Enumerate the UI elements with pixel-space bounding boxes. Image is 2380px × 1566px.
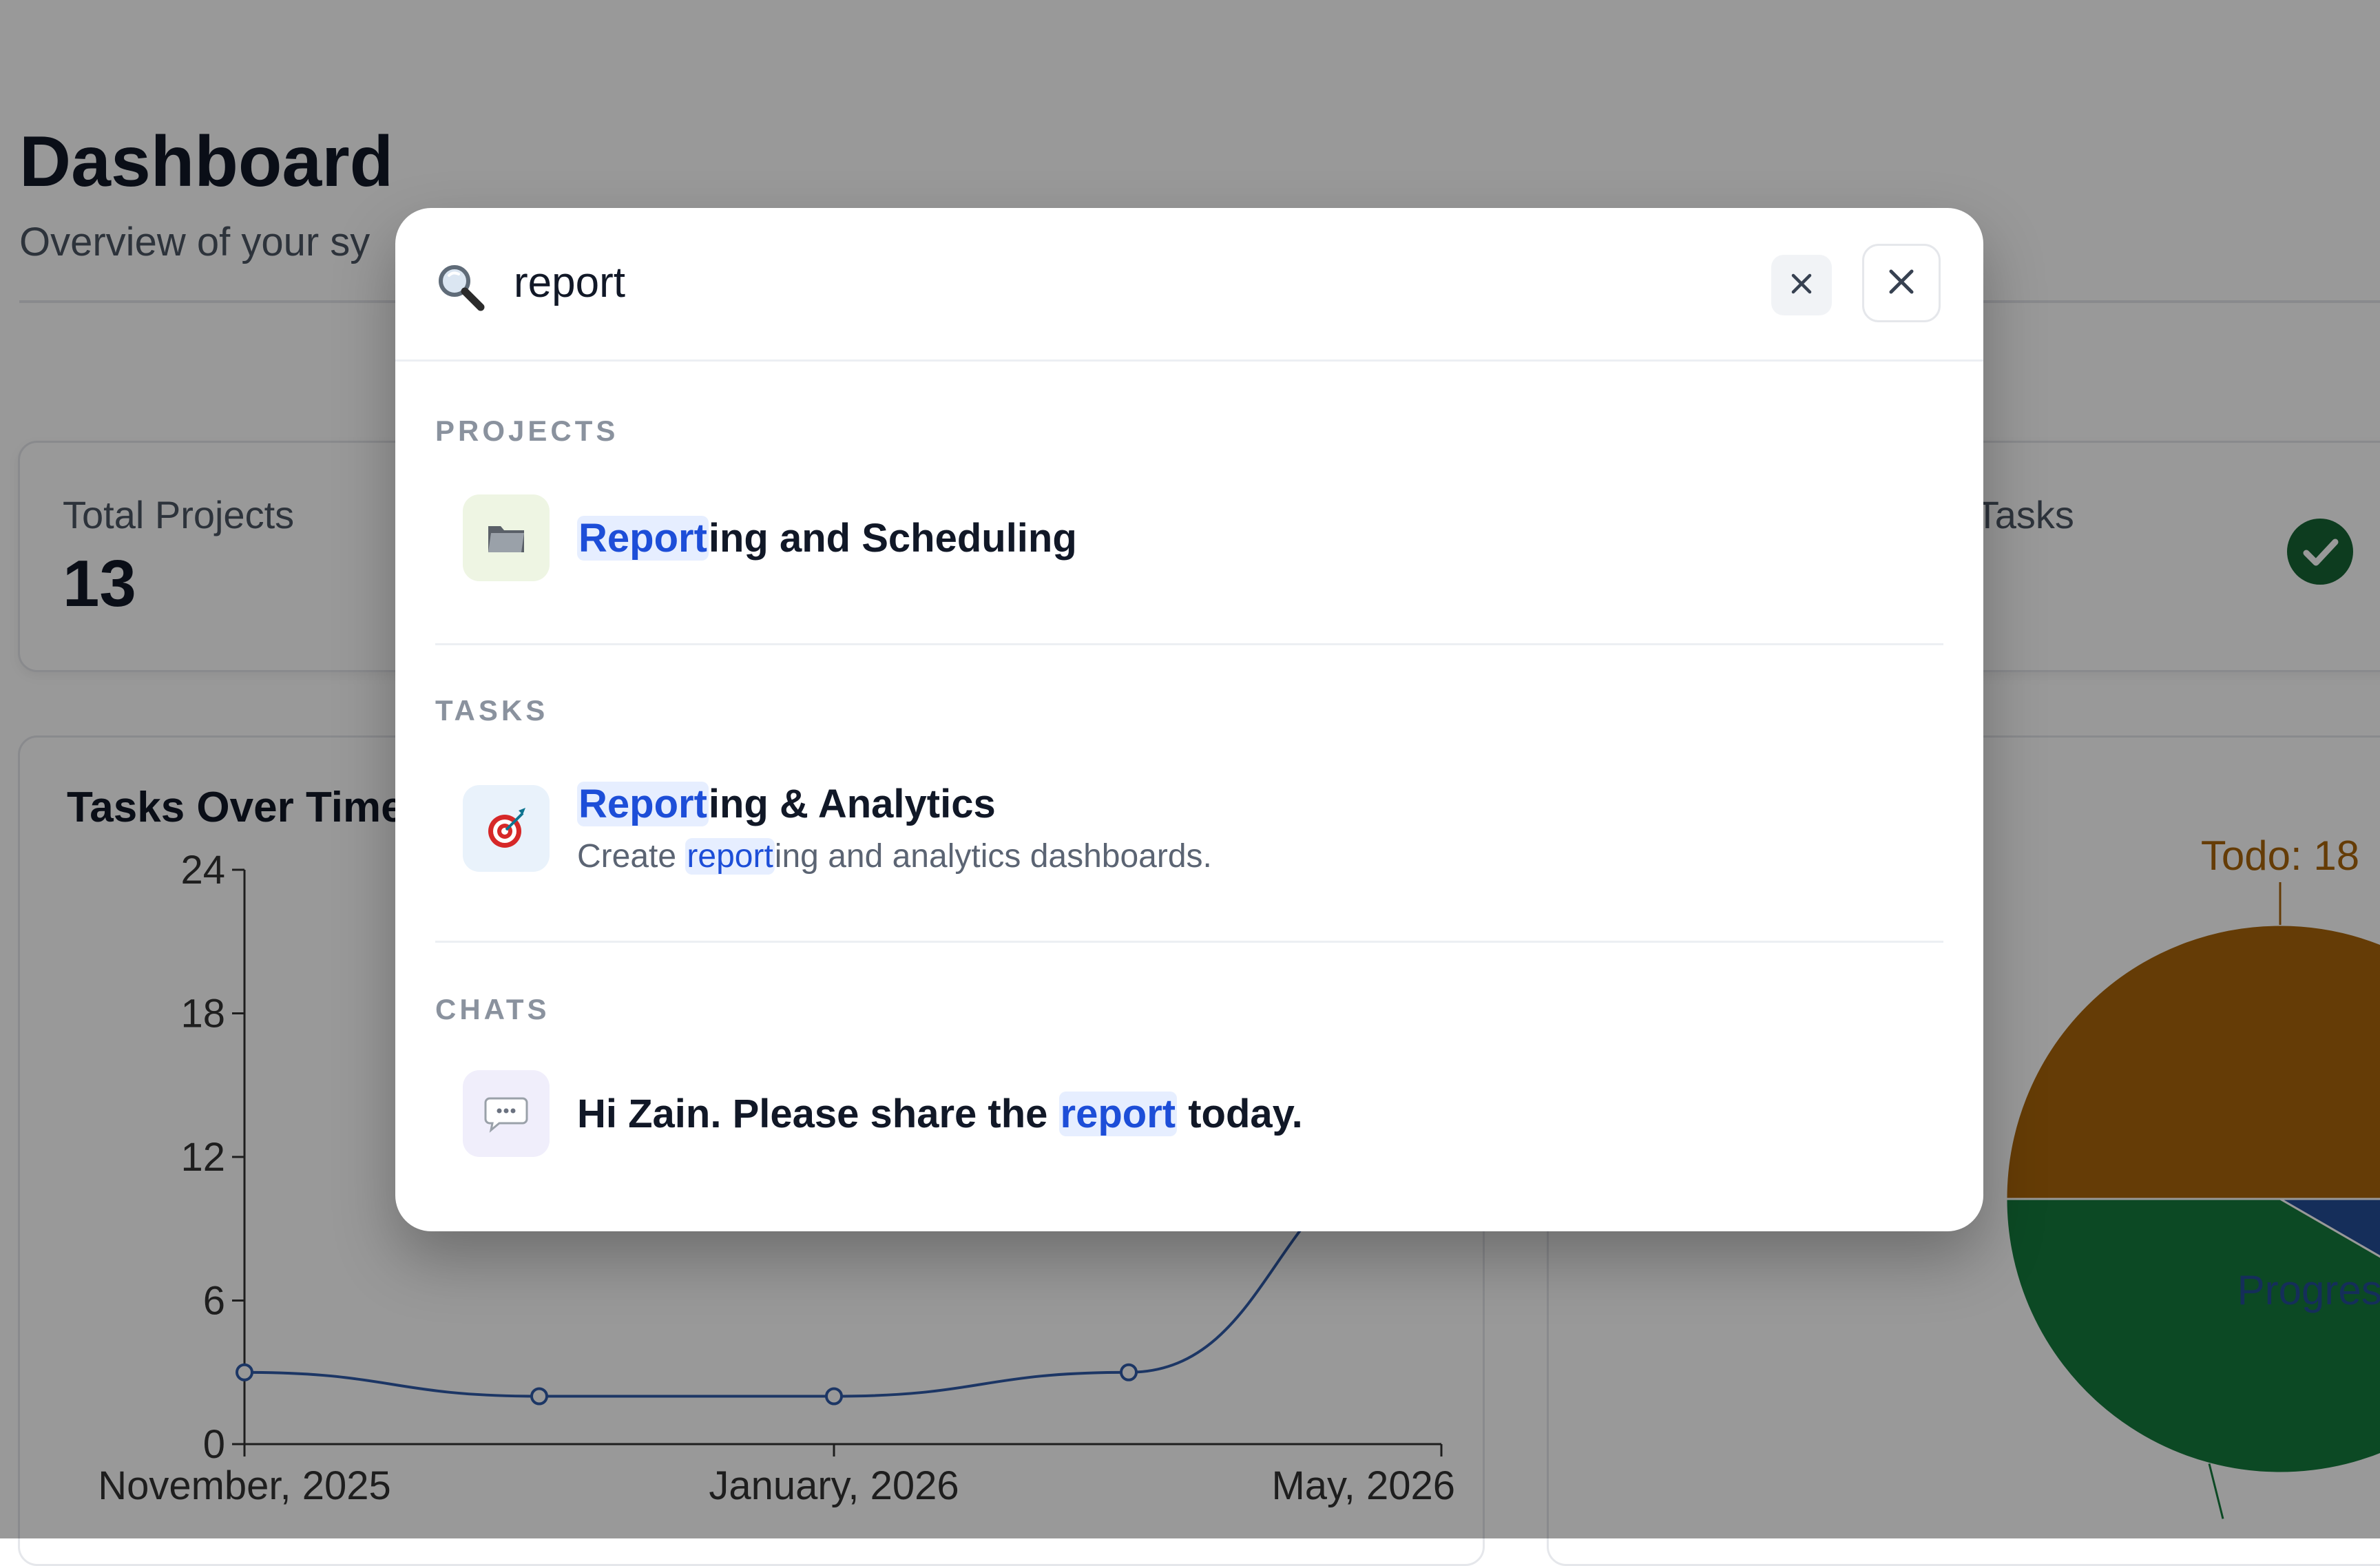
section-label-chats: CHATS <box>435 993 550 1025</box>
section-label-projects: PROJECTS <box>435 415 619 447</box>
section-divider <box>435 941 1943 943</box>
folder-icon <box>463 494 550 581</box>
magnifying-glass-icon <box>434 260 486 313</box>
search-input[interactable] <box>514 248 1616 317</box>
target-icon <box>463 785 550 872</box>
result-title: Hi Zain. Please share the report today. <box>577 1092 1303 1136</box>
search-bar <box>395 208 1983 362</box>
speech-bubble-icon <box>463 1070 550 1157</box>
close-modal-button[interactable] <box>1862 244 1941 322</box>
section-label-tasks: TASKS <box>435 694 549 727</box>
clear-search-button[interactable] <box>1771 255 1832 315</box>
result-task[interactable]: Reporting & Analytics Create reporting a… <box>463 781 1909 875</box>
close-icon <box>1884 264 1919 302</box>
result-project[interactable]: Reporting and Scheduling <box>463 494 1909 581</box>
result-description: Create reporting and analytics dashboard… <box>577 838 1212 875</box>
result-title: Reporting & Analytics <box>577 782 996 826</box>
search-modal: PROJECTS Reporting and Scheduling TASKS … <box>395 208 1983 1231</box>
section-divider <box>435 643 1943 645</box>
x-icon <box>1788 270 1815 301</box>
result-title: Reporting and Scheduling <box>577 516 1077 561</box>
result-chat[interactable]: Hi Zain. Please share the report today. <box>463 1070 1909 1157</box>
